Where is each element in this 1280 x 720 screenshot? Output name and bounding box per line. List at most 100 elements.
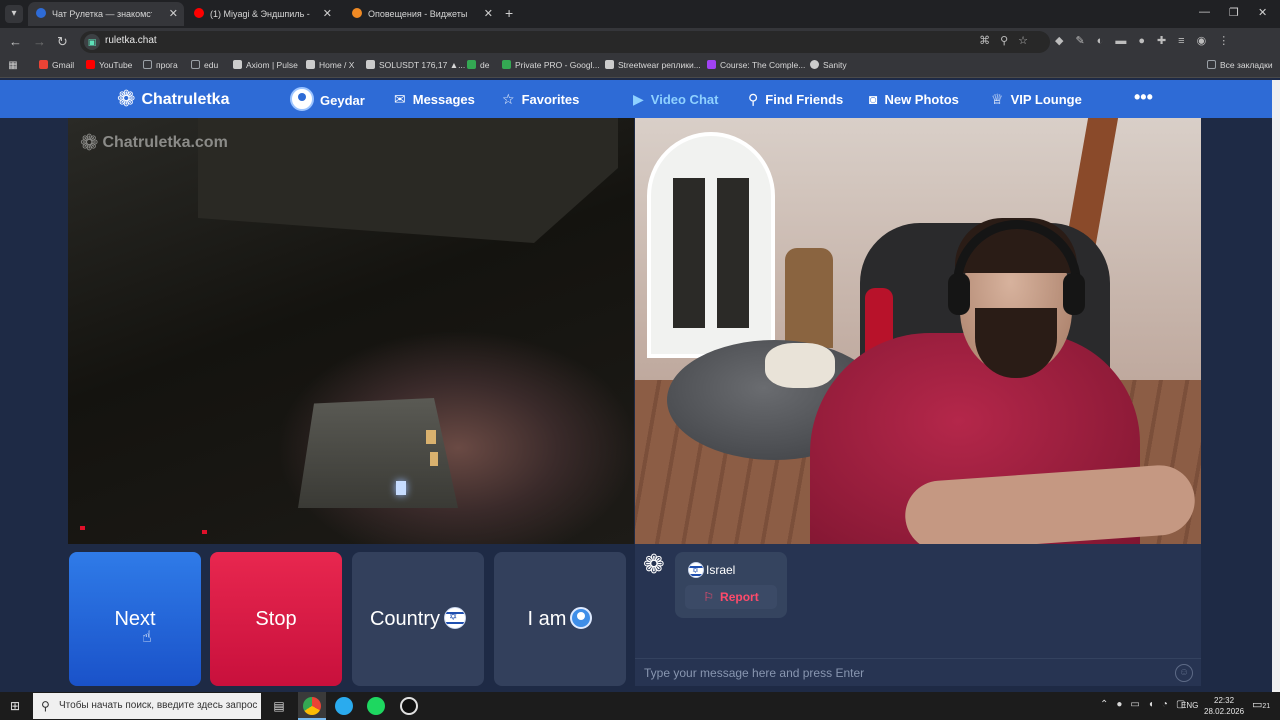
apps-grid-icon[interactable]: ▦ xyxy=(7,60,19,72)
taskbar-search-input[interactable]: ⚲ Чтобы начать поиск, введите здесь запро… xyxy=(33,693,261,719)
partner-country: Israel xyxy=(706,563,736,577)
logo-text: Chatruletka xyxy=(141,91,230,108)
camera-icon: ◙ xyxy=(869,91,878,107)
nav-user-profile[interactable]: Geydar xyxy=(290,87,365,111)
bookmark-sanity[interactable]: Sanity xyxy=(810,60,847,70)
search-placeholder: Чтобы начать поиск, введите здесь запрос xyxy=(59,700,258,711)
more-menu-icon[interactable]: ••• xyxy=(1134,87,1153,108)
chrome-icon[interactable] xyxy=(303,697,321,715)
i-am-button[interactable]: I am xyxy=(494,552,626,686)
video-scene-shape xyxy=(430,452,438,466)
forward-icon[interactable]: → xyxy=(33,34,46,50)
address-bar[interactable]: ▣ ruletka.chat ⌘⚲☆ xyxy=(80,31,1050,53)
obs-icon[interactable] xyxy=(400,697,418,715)
tab-youtube[interactable]: (1) Miyagi & Эндшпиль - ANAR ✕ xyxy=(186,2,338,26)
bookmark-label: Все закладки xyxy=(1220,60,1273,70)
address-toolbar: ← → ↻ ▣ ruletka.chat ⌘⚲☆ ◆✎◐▬●✚≡◉⋮ xyxy=(0,28,1280,56)
system-tray-icons[interactable]: ⌃●▭◖◔▢ xyxy=(1100,699,1193,710)
bookmark-folder-proga[interactable]: прога xyxy=(143,60,178,70)
back-icon[interactable]: ← xyxy=(9,34,22,50)
nav-find-friends[interactable]: ⚲ Find Friends xyxy=(748,90,843,109)
video-scene-shape xyxy=(202,530,207,534)
mouse-cursor-icon: ☝ xyxy=(142,629,152,646)
bookmark-youtube[interactable]: YouTube xyxy=(86,60,132,70)
bookmark-x[interactable]: Home / X xyxy=(306,60,354,70)
bookmark-label: прога xyxy=(156,60,178,70)
bookmark-label: de xyxy=(480,60,490,70)
nav-favorites[interactable]: ☆ Favorites xyxy=(502,90,579,109)
bookmark-private-pro[interactable]: Private PRO - Googl... xyxy=(502,60,600,70)
bookmark-de[interactable]: de xyxy=(467,60,489,70)
bookmark-label: Private PRO - Googl... xyxy=(515,60,600,70)
spotify-icon[interactable] xyxy=(367,697,385,715)
stop-button[interactable]: Stop xyxy=(210,552,342,686)
tradingview-icon xyxy=(366,60,375,69)
task-view-icon[interactable]: ▤ xyxy=(270,697,288,715)
nav-new-photos[interactable]: ◙ New Photos xyxy=(869,90,959,109)
telegram-icon[interactable] xyxy=(335,697,353,715)
bookmark-label: Sanity xyxy=(823,60,847,70)
close-tab-icon[interactable]: ✕ xyxy=(484,2,493,26)
nav-label: Find Friends xyxy=(765,92,844,107)
nav-label: VIP Lounge xyxy=(1010,92,1082,107)
x-icon xyxy=(306,60,315,69)
close-window-icon[interactable]: ✕ xyxy=(1258,6,1267,19)
browser-tab-bar: ▾ Чат Рулетка — знакомства ✕ (1) Miyagi … xyxy=(0,0,1280,28)
partner-info-card: Israel ⚐ Report xyxy=(675,552,787,618)
video-watermark: ❁ Chatruletka.com xyxy=(80,130,228,156)
clock[interactable]: 22:32 28.02.2026 xyxy=(1204,695,1244,717)
extensions-icons[interactable]: ◆✎◐▬●✚≡◉⋮ xyxy=(1055,34,1241,47)
search-icon: ⚲ xyxy=(748,91,759,107)
stop-label: Stop xyxy=(255,608,297,630)
restore-icon[interactable]: ❐ xyxy=(1229,6,1239,19)
language-indicator[interactable]: ENG xyxy=(1181,701,1198,710)
minimize-icon[interactable]: — xyxy=(1199,6,1210,18)
sheets-icon xyxy=(502,60,511,69)
bookmark-course[interactable]: Course: The Comple... xyxy=(707,60,805,70)
emoji-icon[interactable]: ☺ xyxy=(1175,664,1193,682)
new-tab-button[interactable]: + xyxy=(505,5,513,21)
chat-input-placeholder: Type your message here and press Enter xyxy=(644,666,865,680)
search-icon: ⚲ xyxy=(41,699,50,713)
close-tab-icon[interactable]: ✕ xyxy=(169,2,178,26)
nav-video-chat[interactable]: ▶ Video Chat xyxy=(633,90,718,109)
bookmark-solusdt[interactable]: SOLUSDT 176,17 ▲... xyxy=(366,60,465,70)
chatruletka-favicon-icon xyxy=(36,8,46,18)
windows-taskbar: ⊞ ⚲ Чтобы начать поиск, введите здесь зап… xyxy=(0,692,1280,720)
gmail-icon xyxy=(39,60,48,69)
tab-chatruletka[interactable]: Чат Рулетка — знакомства ✕ xyxy=(28,2,184,26)
youtube-icon xyxy=(86,60,95,69)
nav-messages[interactable]: ✉ Messages xyxy=(394,90,475,109)
bookmark-label: YouTube xyxy=(99,60,133,70)
country-button[interactable]: Country xyxy=(352,552,484,686)
bookmark-label: edu xyxy=(204,60,219,70)
windows-start-icon[interactable]: ⊞ xyxy=(10,699,20,713)
star-icon: ☆ xyxy=(502,91,515,107)
bookmark-streetwear[interactable]: Streetwear реплики... xyxy=(605,60,701,70)
nav-vip-lounge[interactable]: ♕ VIP Lounge xyxy=(991,90,1082,109)
close-tab-icon[interactable]: ✕ xyxy=(323,2,332,26)
next-button[interactable]: Next xyxy=(69,552,201,686)
bookmark-folder-edu[interactable]: edu xyxy=(191,60,218,70)
tab-search-icon[interactable]: ▾ xyxy=(5,5,23,23)
bookmark-gmail[interactable]: Gmail xyxy=(39,60,74,70)
chat-message-input[interactable]: Type your message here and press Enter ☺ xyxy=(635,658,1201,686)
page-scrollbar[interactable] xyxy=(1272,80,1280,692)
omnibox-actions[interactable]: ⌘⚲☆ xyxy=(979,34,1038,47)
youtube-favicon-icon xyxy=(194,8,204,18)
tab-title: (1) Miyagi & Эндшпиль - ANAR xyxy=(210,9,310,19)
folder-icon xyxy=(143,60,152,69)
site-logo[interactable]: ❁ Chatruletka xyxy=(117,86,229,113)
bookmark-label: SOLUSDT 176,17 ▲... xyxy=(379,60,466,70)
reload-icon[interactable]: ↻ xyxy=(57,34,68,50)
video-scene-shape xyxy=(647,132,775,358)
bookmark-axiom[interactable]: Axiom | Pulse xyxy=(233,60,298,70)
tab-donationalerts[interactable]: Оповещения - Виджеты - Don ✕ xyxy=(344,2,499,26)
site-info-icon[interactable]: ▣ xyxy=(84,34,100,50)
all-bookmarks[interactable]: Все закладки xyxy=(1207,60,1273,70)
nav-label: Favorites xyxy=(521,92,580,107)
report-button[interactable]: ⚐ Report xyxy=(685,585,777,609)
chatruletka-logo-icon: ❁ xyxy=(117,86,136,111)
nav-label: Video Chat xyxy=(650,92,719,107)
notification-center-icon[interactable]: ▭21 xyxy=(1252,698,1270,711)
